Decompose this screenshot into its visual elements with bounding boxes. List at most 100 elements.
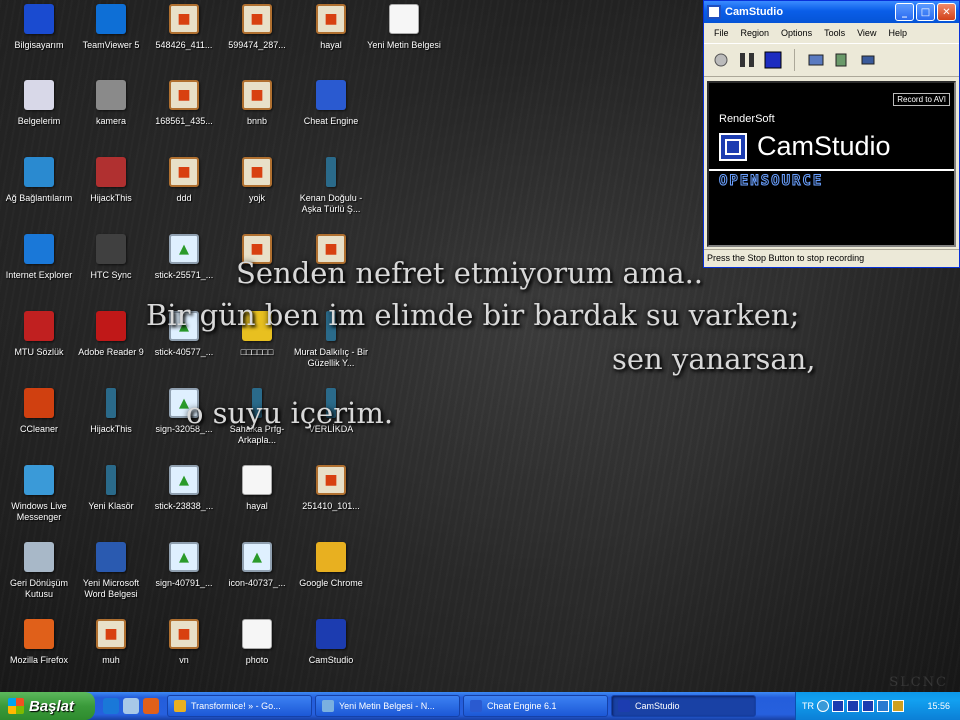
recycle-bin-icon: [24, 542, 54, 572]
stop-button[interactable]: [762, 49, 784, 71]
desktop-icon[interactable]: hayal: [218, 465, 296, 512]
start-button[interactable]: Başlat: [0, 692, 95, 720]
desktop-icon[interactable]: Bilgisayarım: [0, 4, 78, 51]
rendersoft-label: RenderSoft: [719, 113, 775, 125]
security-tray-icon[interactable]: [892, 700, 904, 712]
screen-annotation-icon: [808, 54, 824, 66]
camera-icon: [96, 80, 126, 110]
internet-explorer-icon[interactable]: [103, 698, 119, 714]
language-indicator[interactable]: TR: [802, 701, 814, 711]
desktop-icon[interactable]: Ağ Bağlantılarım: [0, 157, 78, 204]
record-button[interactable]: [710, 49, 732, 71]
desktop-icon-label: HijackThis: [90, 424, 132, 434]
desktop-icon[interactable]: photo: [218, 619, 296, 666]
camstudio-titlebar[interactable]: CamStudio _ □ ✕: [704, 1, 959, 23]
camstudio-tray-icon-3[interactable]: [862, 700, 874, 712]
text-document-icon: [389, 4, 419, 34]
desktop-icon[interactable]: yojk: [218, 157, 296, 204]
desktop-icon[interactable]: 168561_435...: [145, 80, 223, 127]
desktop-icon[interactable]: sign-40791_...: [145, 542, 223, 589]
camstudio-window[interactable]: CamStudio _ □ ✕ File Region Options Tool…: [703, 0, 960, 268]
desktop-icon[interactable]: Yeni Microsoft Word Belgesi: [72, 542, 150, 600]
pause-button[interactable]: [736, 49, 758, 71]
desktop-icon[interactable]: Kenan Doğulu - Aşka Türlü Ş...: [292, 157, 370, 215]
taskbar-app-icon: [618, 700, 630, 712]
camstudio-product-name: CamStudio: [757, 131, 891, 161]
desktop-icon-label: HTC Sync: [90, 270, 132, 280]
image-icon: [169, 80, 199, 110]
image-icon: [96, 619, 126, 649]
menu-file[interactable]: File: [708, 28, 735, 38]
menu-options[interactable]: Options: [775, 28, 818, 38]
desktop-icon[interactable]: Google Chrome: [292, 542, 370, 589]
desktop-icon[interactable]: Cheat Engine: [292, 80, 370, 127]
video-options-button[interactable]: [831, 49, 853, 71]
desktop-icon[interactable]: bnnb: [218, 80, 296, 127]
desktop-icon[interactable]: 251410_101...: [292, 465, 370, 512]
windows-logo-icon: [8, 698, 24, 714]
desktop-icon[interactable]: icon-40737_...: [218, 542, 296, 589]
desktop-icon[interactable]: Belgelerim: [0, 80, 78, 127]
desktop-icon-label: kamera: [95, 116, 126, 126]
desktop-icon[interactable]: hayal: [292, 4, 370, 51]
desktop-icon[interactable]: 599474_287...: [218, 4, 296, 51]
firefox-icon[interactable]: [143, 698, 159, 714]
show-desktop-icon[interactable]: [123, 698, 139, 714]
taskbar-button[interactable]: Yeni Metin Belgesi - N...: [315, 695, 460, 717]
menu-view[interactable]: View: [851, 28, 882, 38]
minimize-button[interactable]: _: [895, 3, 914, 21]
desktop-icon[interactable]: HijackThis: [72, 388, 150, 435]
desktop-icon[interactable]: kamera: [72, 80, 150, 127]
camstudio-tray-icon-2[interactable]: [847, 700, 859, 712]
desktop-icon[interactable]: Internet Explorer: [0, 234, 78, 281]
desktop-icon[interactable]: muh: [72, 619, 150, 666]
menu-tools[interactable]: Tools: [818, 28, 851, 38]
desktop-icon[interactable]: Yeni Klasör: [72, 465, 150, 512]
desktop-icon[interactable]: Geri Dönüşüm Kutusu: [0, 542, 78, 600]
desktop-icon[interactable]: CCleaner: [0, 388, 78, 435]
close-button[interactable]: ✕: [937, 3, 956, 21]
image-icon: [169, 4, 199, 34]
messenger-icon: [24, 465, 54, 495]
camstudio-tray-icon[interactable]: [832, 700, 844, 712]
taskbar-button[interactable]: Cheat Engine 6.1: [463, 695, 608, 717]
desktop-icon[interactable]: vn: [145, 619, 223, 666]
camstudio-banner: Record to AVI RenderSoft CamStudio OPENS…: [707, 81, 956, 247]
taskbar-button[interactable]: CamStudio: [611, 695, 756, 717]
annotation-button[interactable]: [805, 49, 827, 71]
desktop-icon[interactable]: TeamViewer 5: [72, 4, 150, 51]
lyrics-line-4: o suyu içerim.: [186, 396, 394, 430]
desktop-icon[interactable]: ddd: [145, 157, 223, 204]
menu-region[interactable]: Region: [735, 28, 776, 38]
desktop-icon-label: Adobe Reader 9: [78, 347, 144, 357]
record-to-avi-label: Record to AVI: [893, 93, 950, 106]
clock[interactable]: 15:56: [927, 701, 950, 711]
network-tray-icon[interactable]: [817, 700, 829, 712]
desktop-icon[interactable]: Windows Live Messenger: [0, 465, 78, 523]
text-document-icon: [242, 619, 272, 649]
desktop-icon[interactable]: stick-23838_...: [145, 465, 223, 512]
desktop-icon[interactable]: Mozilla Firefox: [0, 619, 78, 666]
dictionary-icon: [24, 311, 54, 341]
desktop-icon-label: Cheat Engine: [303, 116, 359, 126]
volume-tray-icon[interactable]: [877, 700, 889, 712]
desktop-icon[interactable]: 548426_411...: [145, 4, 223, 51]
desktop-icon-label: photo: [245, 655, 269, 665]
desktop-icon[interactable]: stick-25571_...: [145, 234, 223, 281]
desktop-icon[interactable]: HijackThis: [72, 157, 150, 204]
desktop-icon-label: Bilgisayarım: [14, 40, 64, 50]
maximize-button[interactable]: □: [916, 3, 935, 21]
teamviewer-icon: [96, 4, 126, 34]
desktop-icon-label: bnnb: [246, 116, 268, 126]
desktop-icon-label: Internet Explorer: [5, 270, 73, 280]
desktop-icon[interactable]: HTC Sync: [72, 234, 150, 281]
menu-help[interactable]: Help: [882, 28, 913, 38]
taskbar-button[interactable]: Transformice! » - Go...: [167, 695, 312, 717]
desktop-icon[interactable]: Adobe Reader 9: [72, 311, 150, 358]
desktop-icon-label: CCleaner: [19, 424, 59, 434]
autopan-button[interactable]: [857, 49, 879, 71]
desktop-icon[interactable]: Yeni Metin Belgesi: [365, 4, 443, 51]
desktop-icon[interactable]: MTU Sözlük: [0, 311, 78, 358]
taskbar-button-label: Yeni Metin Belgesi - N...: [339, 701, 435, 711]
desktop-icon[interactable]: CamStudio: [292, 619, 370, 666]
